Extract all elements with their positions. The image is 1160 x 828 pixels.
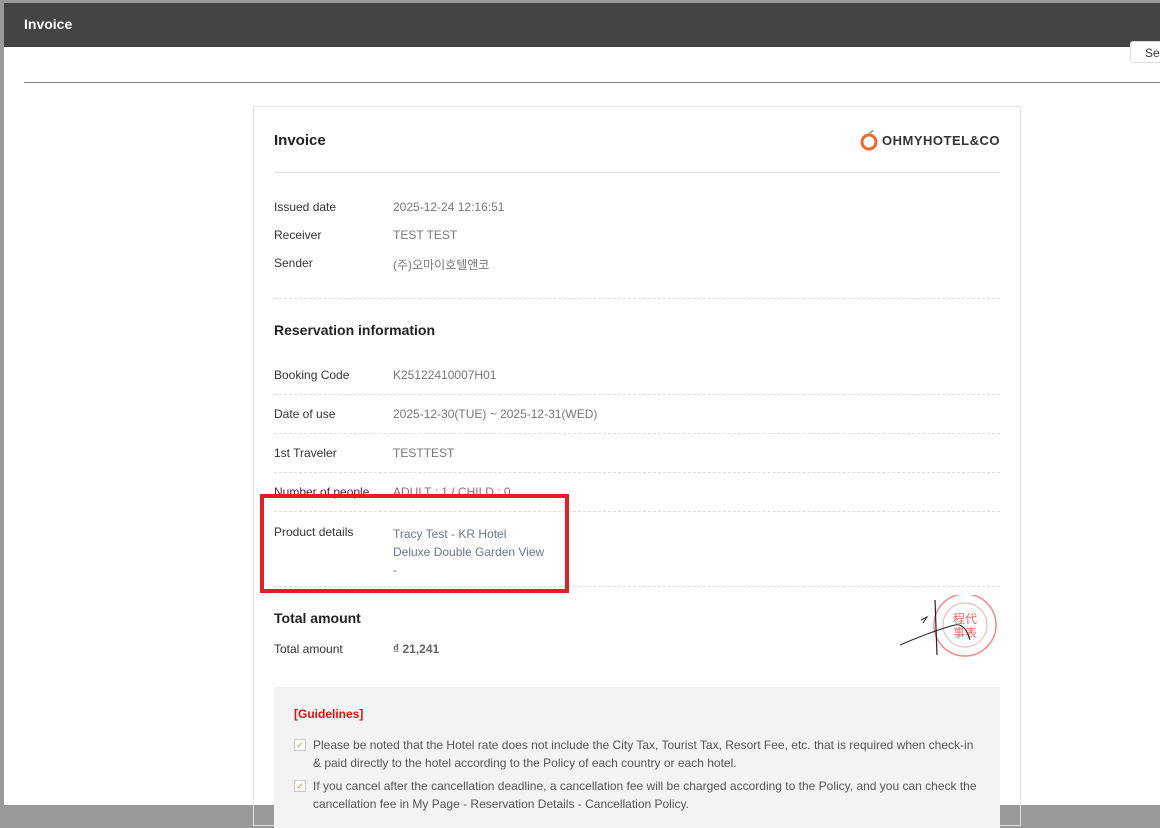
reservation-title: Reservation information [274,322,436,338]
check-icon: ✓ [294,780,306,792]
divider [24,82,1160,83]
label: Date of use [274,407,336,421]
guideline-item: ✓ Please be noted that the Hotel rate doe… [294,736,980,772]
total-title: Total amount [274,610,361,626]
sender-row: Sender (주)오마이호텔앤코 [274,256,1000,284]
receiver-row: Receiver TEST TEST [274,228,1000,256]
orange-logo-icon [860,130,878,151]
logo-text: OHMYHOTEL&CO [882,132,1000,148]
booking-code-row: Booking Code K25122410007H01 [274,356,1000,395]
issued-date-row: Issued date 2025-12-24 12:16:51 [274,200,1000,228]
guidelines-box: [Guidelines] ✓ Please be noted that the H… [274,687,1000,828]
side-button[interactable]: Se [1130,41,1160,63]
check-icon: ✓ [294,739,306,751]
label: Booking Code [274,368,350,382]
label: 1st Traveler [274,446,337,460]
value: (주)오마이호텔앤코 [393,258,490,272]
label: Total amount [274,642,343,656]
total-value: ₫ 21,241 [393,642,440,656]
company-logo: OHMYHOTEL&CO [859,129,1000,151]
value: TEST TEST [393,228,458,242]
value: TESTTEST [393,446,455,460]
modal-header: Invoice [4,3,1160,47]
total-row: Total amount ₫ 21,241 [274,642,1000,656]
svg-text:事表: 事表 [953,626,977,640]
svg-text:程代: 程代 [953,611,977,626]
value: 2025-12-30(TUE) ~ 2025-12-31(WED) [393,407,598,421]
guideline-text: If you cancel after the cancellation dea… [313,779,977,811]
guideline-text: Please be noted that the Hotel rate does… [313,738,974,770]
value: 2025-12-24 12:16:51 [393,200,505,214]
modal-title: Invoice [24,16,73,32]
company-seal-signature: 程代 事表 [899,595,997,657]
guideline-item: ✓ If you cancel after the cancellation de… [294,777,980,813]
highlight-box [260,494,569,593]
label: Sender [274,256,313,270]
invoice-card: Invoice OHMYHOTEL&CO Issued date 2025-12-… [253,106,1021,828]
label: Receiver [274,228,322,242]
date-of-use-row: Date of use 2025-12-30(TUE) ~ 2025-12-31(… [274,395,1000,434]
traveler-row: 1st Traveler TESTTEST [274,434,1000,473]
value: K25122410007H01 [393,368,497,382]
guidelines-title: [Guidelines] [294,707,364,721]
invoice-title: Invoice [274,132,326,149]
label: Issued date [274,200,337,214]
